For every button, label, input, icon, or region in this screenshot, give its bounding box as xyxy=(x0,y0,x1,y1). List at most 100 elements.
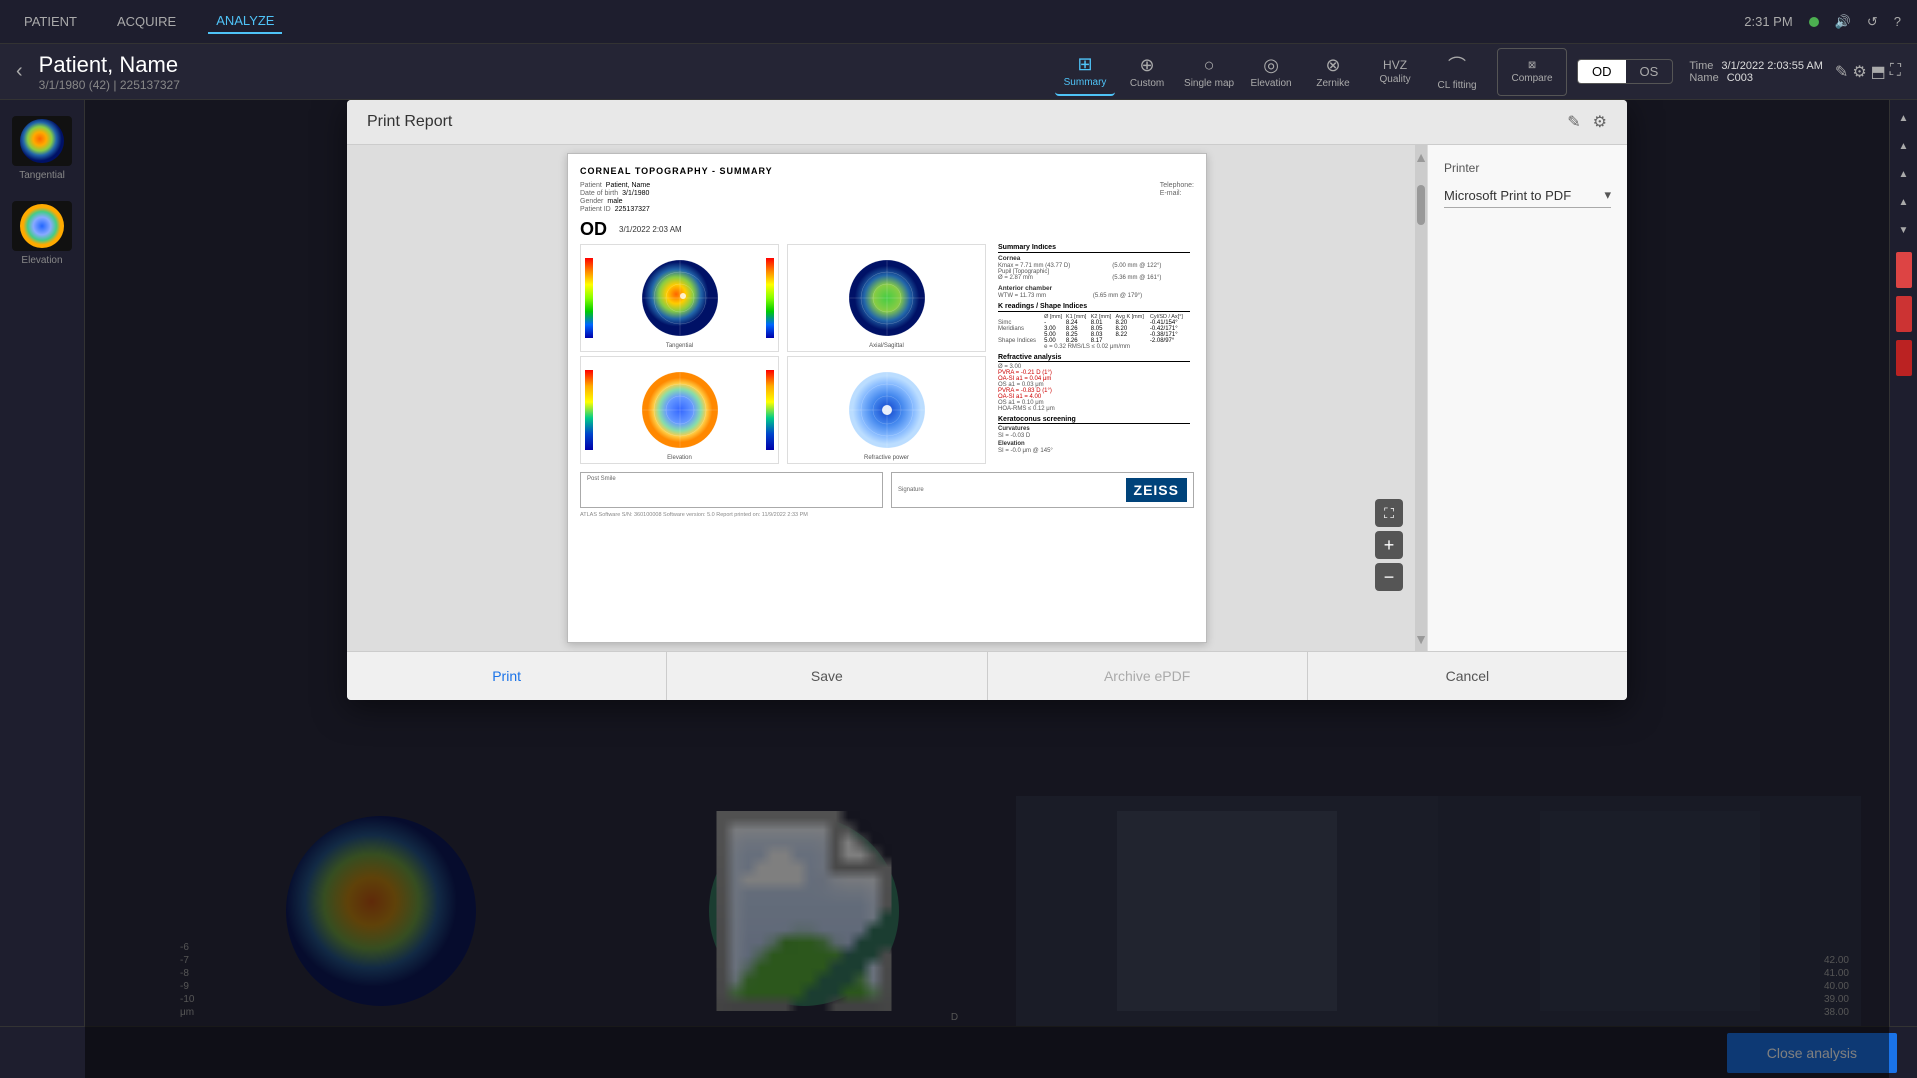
edit-modal-icon[interactable]: ✎ xyxy=(1567,112,1580,132)
summary-indices-title: Summary Indices xyxy=(998,244,1190,253)
quality-icon: HVZ xyxy=(1383,58,1407,72)
patient-details: 3/1/1980 (42) | 225137327 xyxy=(39,78,186,92)
custom-icon: ⊕ xyxy=(1140,55,1155,76)
patient-id-label: Patient ID xyxy=(580,206,611,213)
time-display: 2:31 PM xyxy=(1744,14,1792,29)
refractive-table: Ø = 3.00 PVRA = -0.21 D (1°) OA-SI a1 = … xyxy=(998,364,1190,412)
k-readings-title: K readings / Shape Indices xyxy=(998,303,1190,312)
dob-value: 3/1/1980 xyxy=(622,190,649,197)
modal-overlay: Print Report ✎ ⚙ ▲ xyxy=(85,100,1889,1078)
report-map-elevation: Elevation xyxy=(580,356,779,464)
back-button[interactable]: ‹ xyxy=(16,60,23,83)
report-eye-label: OD xyxy=(580,219,607,240)
gender-value: male xyxy=(607,198,622,205)
right-panel: ▲ ▲ ▲ ▲ ▼ xyxy=(1889,100,1917,1078)
cancel-button[interactable]: Cancel xyxy=(1308,652,1627,700)
right-toggle-4[interactable]: ▲ xyxy=(1894,192,1914,212)
cornea-label: Cornea xyxy=(998,255,1190,262)
right-toggle-3[interactable]: ▲ xyxy=(1894,164,1914,184)
tool-single-map[interactable]: ○ Single map xyxy=(1179,48,1239,96)
tangential-map-label: Tangential xyxy=(666,343,693,349)
center-content: -6 -7 -8 -9 -10 μm D 42.00 41.00 40.00 3… xyxy=(85,100,1889,1078)
elevation-map-svg xyxy=(635,368,725,453)
dob-label: Date of birth xyxy=(580,190,618,197)
compare-icon: ⊠ xyxy=(1528,60,1536,71)
telephone-label: Telephone: xyxy=(1160,182,1194,189)
summary-icon: ⊞ xyxy=(1078,54,1093,75)
os-button[interactable]: OS xyxy=(1626,60,1673,83)
help-icon[interactable]: ? xyxy=(1894,14,1901,29)
zeiss-logo: ZEISS xyxy=(1126,478,1187,502)
report-map-axial: Axial/Sagittal xyxy=(787,244,986,352)
expand-icon[interactable]: ⛶ xyxy=(1890,62,1901,82)
settings-modal-icon[interactable]: ⚙ xyxy=(1593,112,1607,132)
single-map-label: Single map xyxy=(1184,78,1234,89)
zernike-icon: ⊗ xyxy=(1326,55,1341,76)
elevation-label: Elevation xyxy=(21,255,62,266)
report-contact-info: Telephone: E-mail: xyxy=(1160,182,1194,213)
anterior-chamber-label: Anterior chamber xyxy=(998,285,1190,292)
export-icon[interactable]: ⬒ xyxy=(1871,62,1886,82)
report-data-panel: Summary Indices Cornea Kmax = 7.71 mm (4… xyxy=(994,244,1194,464)
nav-patient[interactable]: PATIENT xyxy=(16,10,85,33)
nav-acquire[interactable]: ACQUIRE xyxy=(109,10,184,33)
scroll-up-icon[interactable]: ▲ xyxy=(1414,149,1427,165)
scroll-bar[interactable]: ▲ ▼ xyxy=(1415,145,1427,651)
printer-label: Printer xyxy=(1444,161,1611,175)
right-toggle-2[interactable]: ▲ xyxy=(1894,136,1914,156)
report-maps-right: Axial/Sagittal xyxy=(787,244,986,464)
anterior-table: WTW = 11.73 mm(5.65 mm @ 179°) xyxy=(998,293,1190,299)
scroll-thumb[interactable] xyxy=(1417,185,1425,225)
name-label: Name xyxy=(1689,72,1718,84)
tool-summary[interactable]: ⊞ Summary xyxy=(1055,48,1115,96)
save-button[interactable]: Save xyxy=(667,652,987,700)
single-map-icon: ○ xyxy=(1204,55,1215,76)
tool-zernike[interactable]: ⊗ Zernike xyxy=(1303,48,1363,96)
colorbar-right-2 xyxy=(766,370,774,450)
tangential-map-svg xyxy=(635,256,725,341)
refpower-map-svg xyxy=(842,368,932,453)
print-button[interactable]: Print xyxy=(347,652,667,700)
tool-elevation[interactable]: ◎ Elevation xyxy=(1241,48,1301,96)
right-toggle-5[interactable]: ▼ xyxy=(1894,220,1914,240)
refresh-icon[interactable]: ↺ xyxy=(1867,14,1878,30)
tangential-label: Tangential xyxy=(19,170,65,181)
sidebar-item-elevation[interactable]: Elevation xyxy=(4,193,80,274)
fullscreen-button[interactable]: ⛶ xyxy=(1375,499,1403,527)
printer-panel: Printer Microsoft Print to PDF ▾ xyxy=(1427,145,1627,651)
compare-label: Compare xyxy=(1511,73,1552,84)
patient-name: Patient, Name xyxy=(39,52,178,78)
od-button[interactable]: OD xyxy=(1578,60,1626,83)
compare-button[interactable]: ⊠ Compare xyxy=(1497,48,1567,96)
tool-custom[interactable]: ⊕ Custom xyxy=(1117,48,1177,96)
zoom-in-button[interactable]: + xyxy=(1375,531,1403,559)
edit-icon[interactable]: ✎ xyxy=(1835,62,1848,82)
elevation-label-small: Elevation xyxy=(998,441,1190,447)
report-map-refpower: Refractive power xyxy=(787,356,986,464)
color-swatch-2 xyxy=(1896,296,1912,332)
patient-label: Patient xyxy=(580,182,602,189)
k-readings-table: Ø [mm]K1 [mm]K2 [mm]Avg K [mm]Cyl/SD / A… xyxy=(998,314,1190,350)
tool-cl-fitting[interactable]: ⌒ CL fitting xyxy=(1427,48,1487,96)
modal-footer: Print Save Archive ePDF Cancel xyxy=(347,651,1627,700)
post-smile-box: Post Smile xyxy=(580,472,883,508)
patient-name-report: Patient, Name xyxy=(606,182,650,189)
refractive-analysis-title: Refractive analysis xyxy=(998,354,1190,362)
report-page-title: CORNEAL TOPOGRAPHY - SUMMARY xyxy=(580,166,1194,176)
status-indicator xyxy=(1809,17,1819,27)
settings-icon[interactable]: ⚙ xyxy=(1852,62,1866,82)
report-patient-row: Patient Patient, Name Date of birth 3/1/… xyxy=(580,182,1194,213)
axial-map-svg xyxy=(842,256,932,341)
right-toggle-1[interactable]: ▲ xyxy=(1894,108,1914,128)
scroll-down-icon[interactable]: ▼ xyxy=(1414,631,1427,647)
signature-box: Signature ZEISS xyxy=(891,472,1194,508)
zoom-out-button[interactable]: − xyxy=(1375,563,1403,591)
patient-id-value: 225137327 xyxy=(615,206,650,213)
tool-quality[interactable]: HVZ Quality xyxy=(1365,48,1425,96)
left-sidebar: Tangential Elevation xyxy=(0,100,85,1078)
archive-button[interactable]: Archive ePDF xyxy=(988,652,1308,700)
printer-select[interactable]: Microsoft Print to PDF ▾ xyxy=(1444,183,1611,208)
nav-analyze[interactable]: ANALYZE xyxy=(208,9,282,34)
sidebar-item-tangential[interactable]: Tangential xyxy=(4,108,80,189)
speaker-icon: 🔊 xyxy=(1835,14,1851,30)
